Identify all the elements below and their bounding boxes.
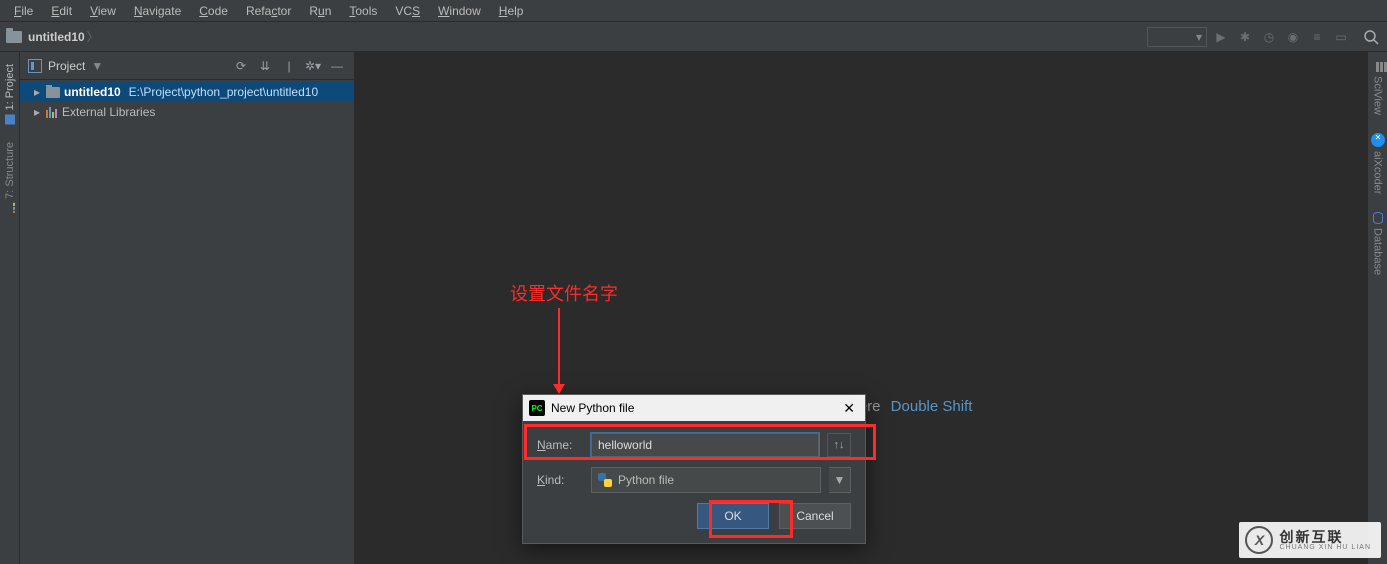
close-icon[interactable]: ✕ xyxy=(839,400,859,417)
stack-icon[interactable]: ≡ xyxy=(1307,27,1327,47)
project-tool-window: Project ▼ ⟳ ⇊ | ✲▾ — ▸ untitled10 E:\Pro… xyxy=(20,52,355,564)
panel-sep: | xyxy=(280,59,298,73)
pycharm-icon: PC xyxy=(529,400,545,416)
layout-icon[interactable]: ▭ xyxy=(1331,27,1351,47)
project-tree[interactable]: ▸ untitled10 E:\Project\python_project\u… xyxy=(20,80,354,564)
locate-file-icon[interactable]: ⟳ xyxy=(232,59,250,73)
menu-tools[interactable]: Tools xyxy=(341,2,385,20)
menu-refactor[interactable]: Refactor xyxy=(238,2,299,20)
project-panel-title[interactable]: Project xyxy=(48,59,85,73)
menu-vcs[interactable]: VCS xyxy=(387,2,428,20)
expand-arrow-icon[interactable]: ▸ xyxy=(34,105,42,119)
menu-help[interactable]: Help xyxy=(491,2,532,20)
tool-tab-database[interactable]: Database xyxy=(1372,208,1384,279)
menu-code[interactable]: Code xyxy=(191,2,236,20)
coverage-icon[interactable]: ◷ xyxy=(1259,27,1279,47)
tool-tab-project[interactable]: 1: Project xyxy=(4,58,16,130)
collapse-all-icon[interactable]: ⇊ xyxy=(256,59,274,73)
watermark: X 创新互联 CHUANG XIN HU LIAN xyxy=(1239,522,1381,558)
debug-icon[interactable]: ✱ xyxy=(1235,27,1255,47)
left-tool-gutter: 1: Project 7: Structure xyxy=(0,52,20,564)
breadcrumb-project[interactable]: untitled10 xyxy=(28,30,85,44)
dialog-title: New Python file xyxy=(551,401,839,415)
annotation-label: 设置文件名字 xyxy=(510,280,618,306)
tool-tab-sciview-label: SciView xyxy=(1372,76,1384,115)
structure-tab-icon xyxy=(5,203,15,213)
main-menu-bar: File Edit View Navigate Code Refactor Ru… xyxy=(0,0,1387,22)
watermark-cn: 创新互联 xyxy=(1279,530,1371,544)
kind-label: Kind: xyxy=(537,473,583,487)
project-view-icon xyxy=(28,59,42,73)
watermark-logo: X xyxy=(1245,526,1273,554)
folder-icon xyxy=(6,31,22,43)
hide-panel-icon[interactable]: — xyxy=(328,59,346,73)
project-panel-header: Project ▼ ⟳ ⇊ | ✲▾ — xyxy=(20,52,354,80)
project-view-dropdown-icon[interactable]: ▼ xyxy=(91,59,103,73)
tree-row-external-libs[interactable]: ▸ External Libraries xyxy=(20,102,354,122)
tree-node-name: External Libraries xyxy=(62,105,155,119)
right-tool-gutter: SciView aiXcoder Database xyxy=(1367,52,1387,564)
profile-icon[interactable]: ◉ xyxy=(1283,27,1303,47)
annotation-box-name-row xyxy=(524,424,876,460)
expand-arrow-icon[interactable]: ▸ xyxy=(34,85,42,99)
tree-row-project-root[interactable]: ▸ untitled10 E:\Project\python_project\u… xyxy=(20,82,354,102)
breadcrumb-separator: 〉 xyxy=(87,28,99,45)
kind-value: Python file xyxy=(618,473,674,487)
tool-tab-aixcoder[interactable]: aiXcoder xyxy=(1371,129,1385,198)
libraries-icon xyxy=(46,106,58,118)
menu-view[interactable]: View xyxy=(82,2,124,20)
database-icon xyxy=(1373,212,1383,224)
navigation-bar: untitled10 〉 ▾ ▶ ✱ ◷ ◉ ≡ ▭ xyxy=(0,22,1387,52)
sciview-icon xyxy=(1376,62,1379,72)
menu-navigate[interactable]: Navigate xyxy=(126,2,189,20)
dialog-titlebar[interactable]: PC New Python file ✕ xyxy=(523,395,865,421)
tool-tab-sciview[interactable]: SciView xyxy=(1372,58,1384,119)
aixcoder-icon xyxy=(1371,133,1385,147)
project-tab-icon xyxy=(5,114,15,124)
tool-tab-database-label: Database xyxy=(1372,228,1384,275)
python-file-icon xyxy=(598,473,612,487)
menu-run[interactable]: Run xyxy=(301,2,339,20)
tree-node-name: untitled10 xyxy=(64,85,121,99)
menu-window[interactable]: Window xyxy=(430,2,489,20)
gear-icon[interactable]: ✲▾ xyxy=(304,59,322,73)
new-python-file-dialog: PC New Python file ✕ Name: ↑↓ Kind: Pyth… xyxy=(522,394,866,544)
tree-node-path: E:\Project\python_project\untitled10 xyxy=(129,85,318,99)
kind-combo[interactable]: Python file xyxy=(591,467,821,493)
tool-tab-structure[interactable]: 7: Structure xyxy=(4,136,16,219)
tool-tab-project-label: 1: Project xyxy=(4,64,16,110)
run-icon[interactable]: ▶ xyxy=(1211,27,1231,47)
kind-dropdown-icon[interactable]: ▼ xyxy=(829,467,851,493)
menu-file[interactable]: File xyxy=(6,2,41,20)
annotation-arrow xyxy=(558,308,560,392)
menu-edit[interactable]: Edit xyxy=(43,2,80,20)
tool-tab-structure-label: 7: Structure xyxy=(4,142,16,199)
tool-tab-aixcoder-label: aiXcoder xyxy=(1372,151,1384,194)
search-icon[interactable] xyxy=(1361,27,1381,47)
run-config-combo[interactable]: ▾ xyxy=(1147,27,1207,47)
watermark-en: CHUANG XIN HU LIAN xyxy=(1279,544,1371,551)
annotation-box-ok-button xyxy=(709,500,793,538)
folder-icon xyxy=(46,87,60,98)
hint-shortcut: Double Shift xyxy=(891,398,973,415)
